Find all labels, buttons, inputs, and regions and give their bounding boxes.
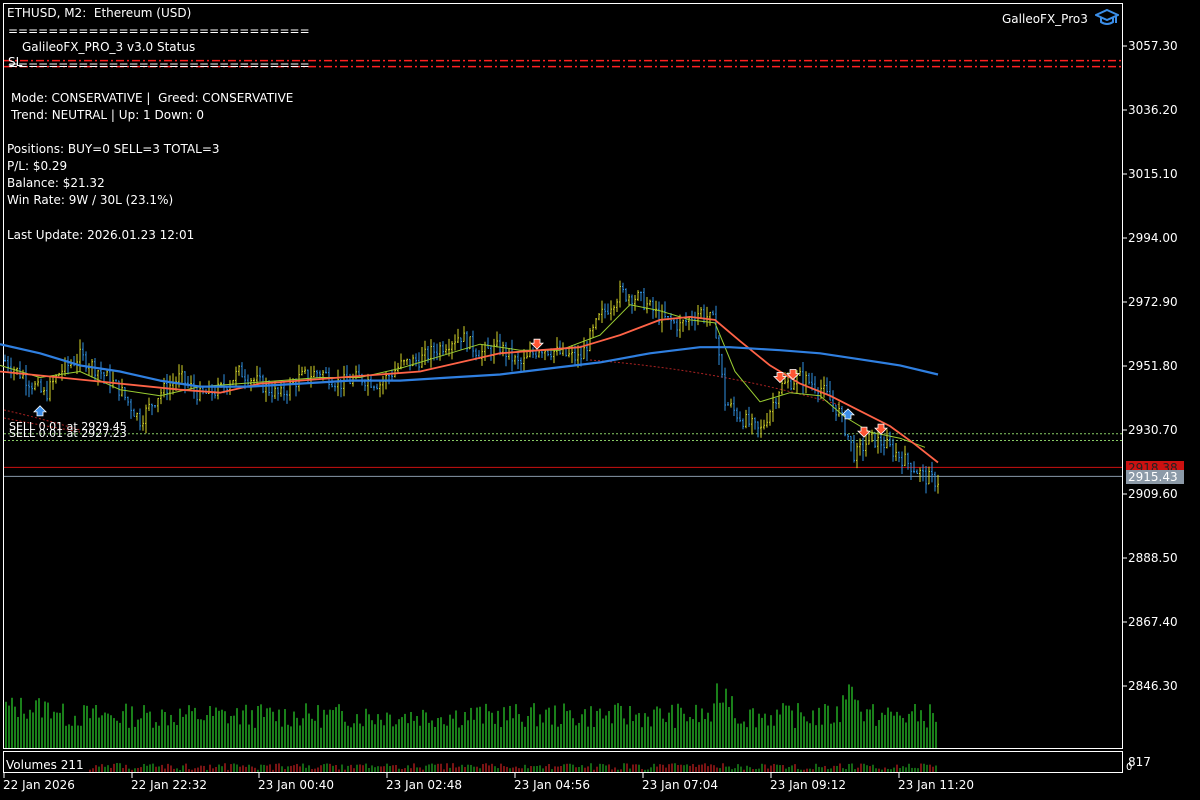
time-axis-label: 23 Jan 07:04: [642, 778, 718, 792]
sell-arrow-icon: [857, 426, 871, 438]
volume-zero-label: 0: [1126, 762, 1133, 773]
sell-arrow-icon: [874, 423, 888, 435]
price-axis-label: 3036.20: [1128, 103, 1178, 117]
trade-label-2: SELL 0.01 at 2927.23: [9, 427, 127, 440]
time-axis-label: 23 Jan 00:40: [258, 778, 334, 792]
time-axis-label: 23 Jan 04:56: [514, 778, 590, 792]
buy-arrow-icon: [841, 408, 855, 420]
mode-line: Mode: CONSERVATIVE | Greed: CONSERVATIVE: [11, 91, 294, 105]
balance-line: Balance: $21.32: [7, 176, 105, 190]
winrate-line: Win Rate: 9W / 30L (23.1%): [7, 193, 174, 207]
trend-line: Trend: NEUTRAL | Up: 1 Down: 0: [11, 108, 204, 122]
time-axis-label: 22 Jan 22:32: [131, 778, 207, 792]
bid-price-badge: 2915.43: [1126, 470, 1184, 484]
price-axis-label: 2867.40: [1128, 615, 1178, 629]
price-axis-label: 2909.60: [1128, 487, 1178, 501]
ea-name[interactable]: GalleoFX_Pro3: [1002, 12, 1088, 26]
price-axis-label: 3015.10: [1128, 167, 1178, 181]
price-axis-label: 3057.30: [1128, 39, 1178, 53]
time-axis-label: 23 Jan 09:12: [770, 778, 846, 792]
status-separator-bottom: ==============================: [8, 58, 310, 72]
price-axis-label: 2994.00: [1128, 231, 1178, 245]
price-axis-label: 2951.80: [1128, 359, 1178, 373]
price-axis-label: 2930.70: [1128, 423, 1178, 437]
status-title: GalileoFX_PRO_3 v3.0 Status: [22, 40, 196, 54]
time-axis-label: 23 Jan 11:20: [898, 778, 974, 792]
buy-arrow-icon: [33, 405, 47, 417]
graduation-cap-icon[interactable]: [1095, 8, 1119, 28]
status-separator-top: ==============================: [8, 24, 310, 38]
pl-line: P/L: $0.29: [7, 159, 68, 173]
symbol-title: ETHUSD, M2: Ethereum (USD): [7, 6, 192, 20]
price-axis-label: 2888.50: [1128, 551, 1178, 565]
positions-line: Positions: BUY=0 SELL=3 TOTAL=3: [7, 142, 220, 156]
last-update-line: Last Update: 2026.01.23 12:01: [7, 228, 195, 242]
volume-indicator-label: Volumes 211: [6, 758, 84, 772]
time-axis-label: 23 Jan 02:48: [386, 778, 462, 792]
time-axis-label: 22 Jan 2026: [3, 778, 75, 792]
price-axis-label: 2972.90: [1128, 295, 1178, 309]
price-axis-label: 2846.30: [1128, 679, 1178, 693]
